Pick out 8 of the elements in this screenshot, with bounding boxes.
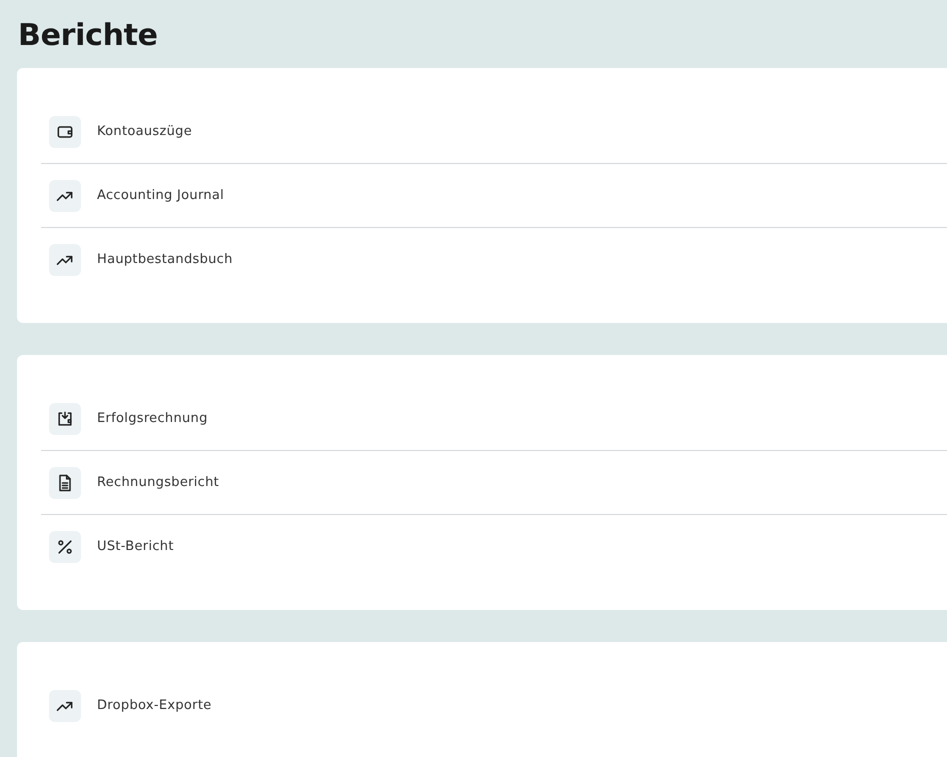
page-title: Berichte <box>18 17 159 55</box>
report-item[interactable]: Hauptbestandsbuch <box>41 228 947 291</box>
report-item[interactable]: Rechnungsbericht <box>41 451 947 514</box>
report-item[interactable]: Dropbox-Exporte <box>41 674 947 737</box>
report-item[interactable]: USt-Bericht <box>41 515 947 578</box>
report-item[interactable]: Erfolgsrechnung <box>41 387 947 450</box>
report-item[interactable]: Accounting Journal <box>41 164 947 227</box>
report-item[interactable]: Kontoauszüge <box>41 100 947 163</box>
